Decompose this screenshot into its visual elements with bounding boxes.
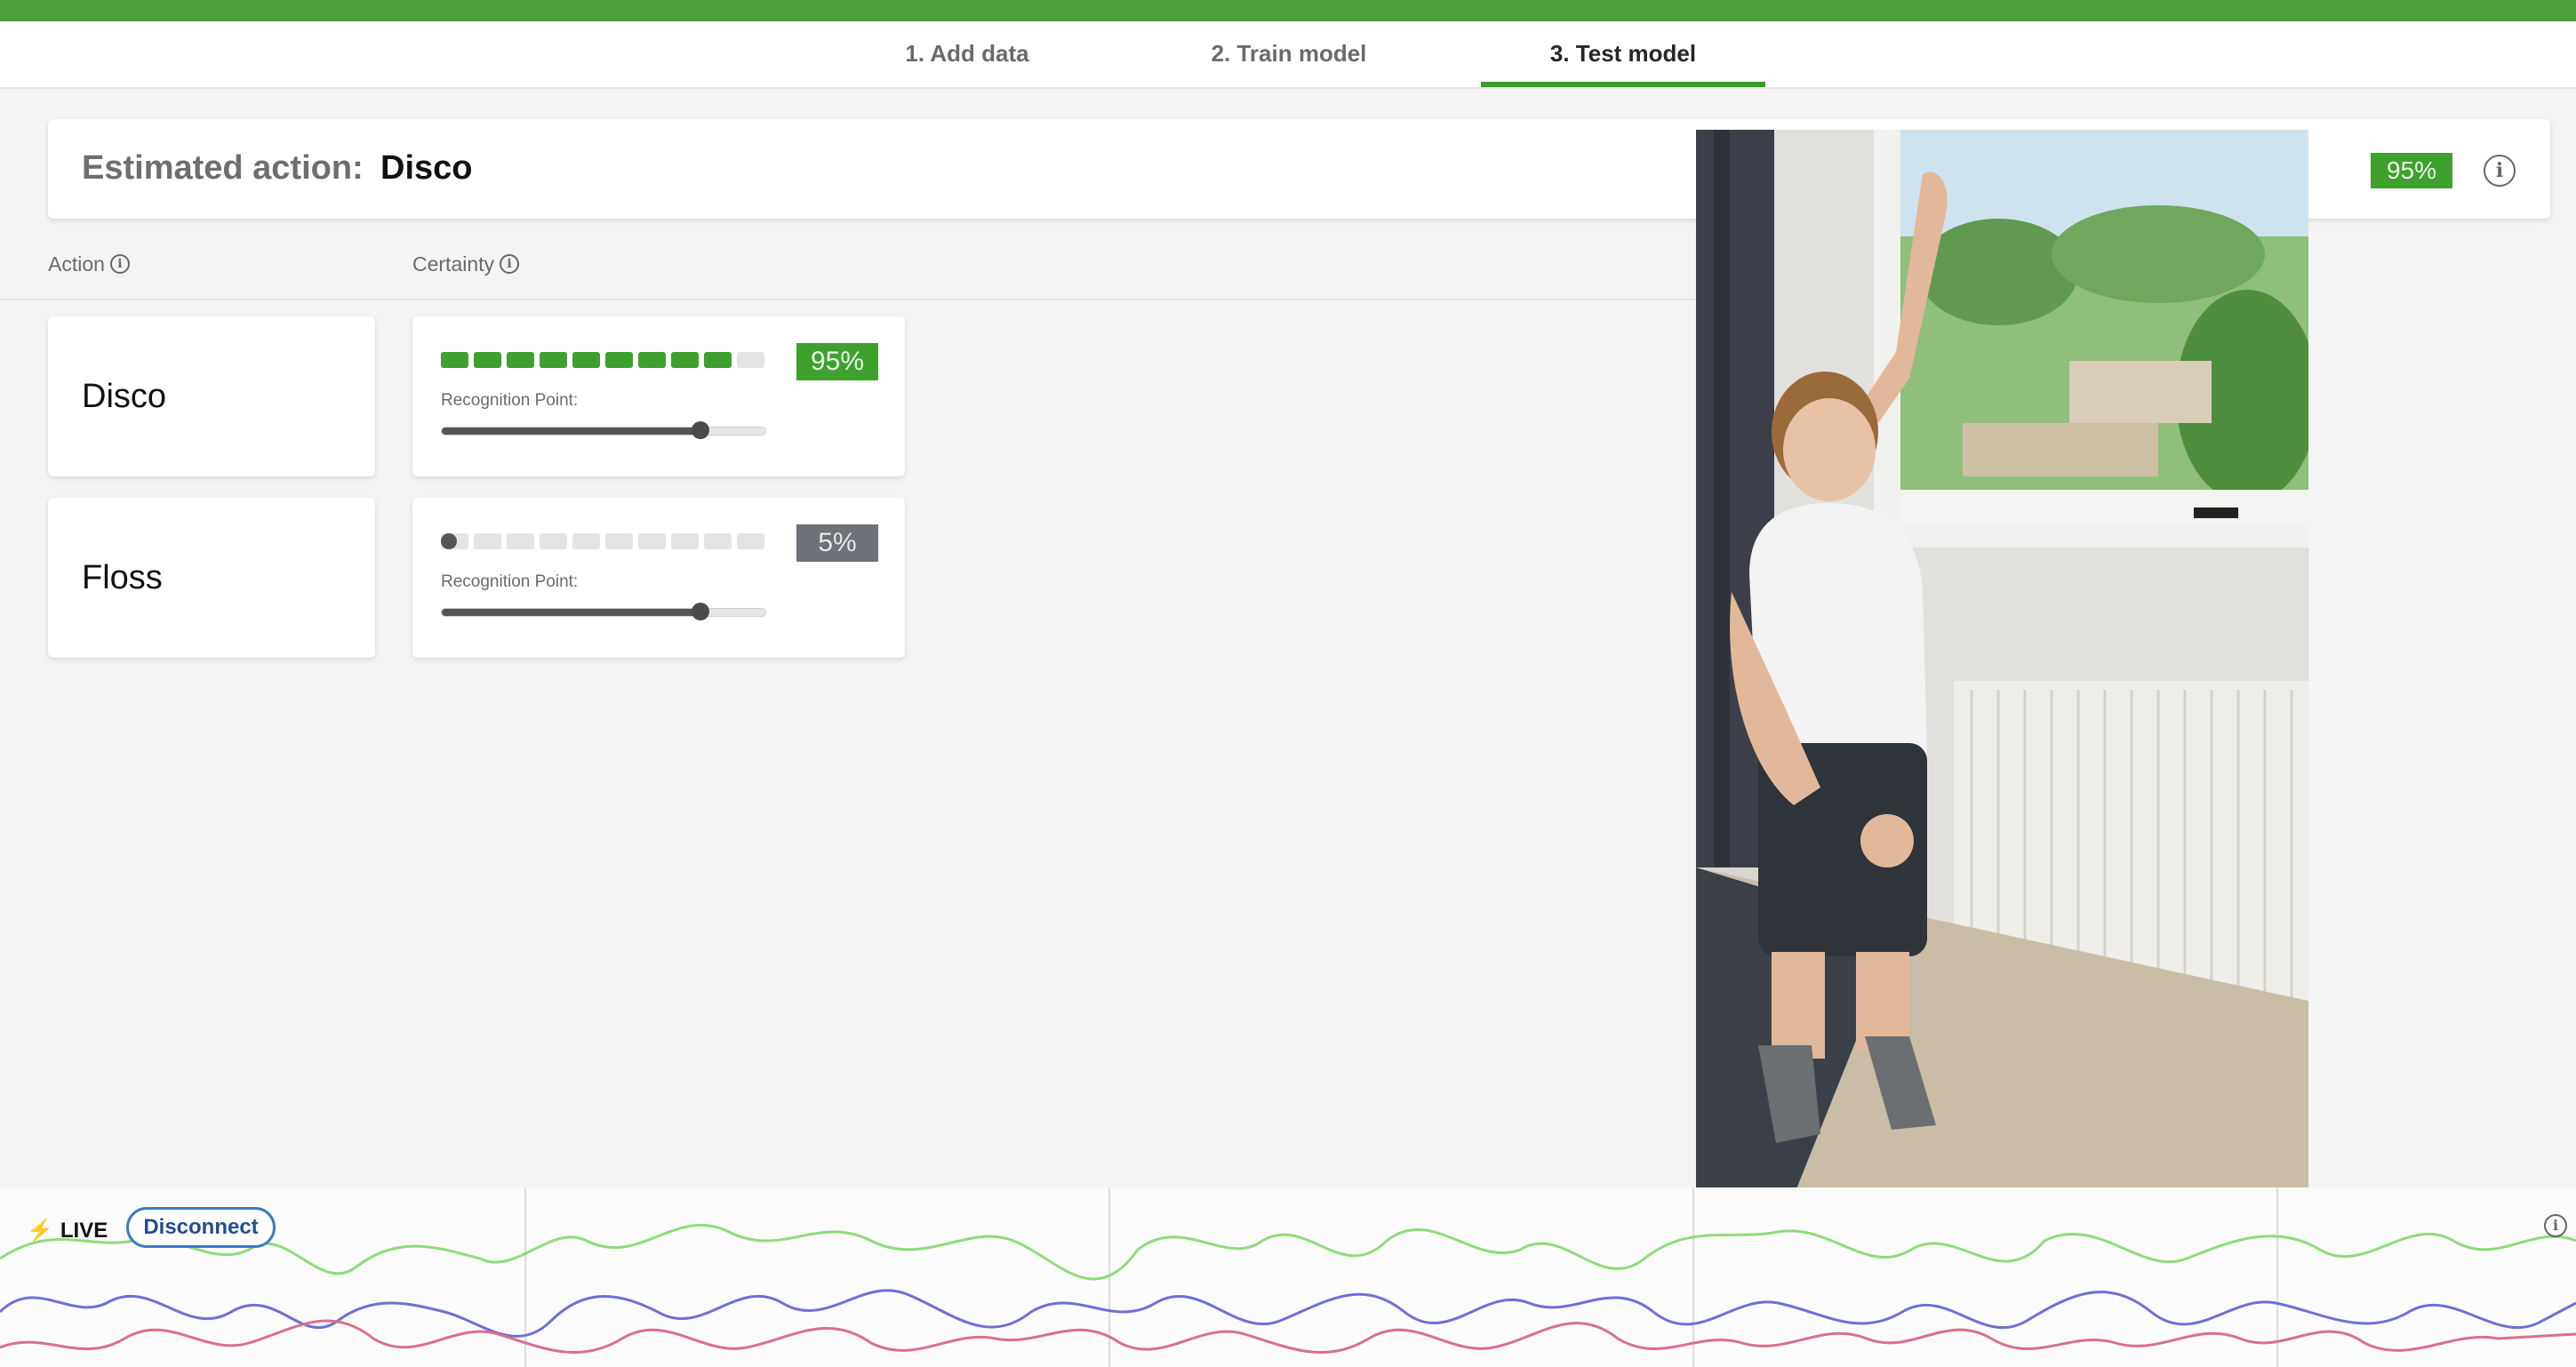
slider-fill <box>442 428 701 435</box>
certainty-segment <box>638 352 666 368</box>
header-divider <box>0 299 1698 300</box>
certainty-badge: 95% <box>796 343 878 380</box>
certainty-segment <box>704 352 732 368</box>
disconnect-button[interactable]: Disconnect <box>126 1207 276 1248</box>
video-frame <box>1696 130 2308 1218</box>
certainty-card-disco: 95% Recognition Point: <box>412 316 905 476</box>
action-column-label: Action <box>48 252 105 276</box>
live-signal-panel: ⚡ LIVE Disconnect i <box>0 1187 2576 1367</box>
recognition-point-label: Recognition Point: <box>441 572 579 591</box>
certainty-segment <box>507 352 534 368</box>
certainty-bar <box>441 352 766 368</box>
tab-train-model[interactable]: 2. Train model <box>1172 21 1406 87</box>
info-icon[interactable]: i <box>109 253 130 274</box>
recognition-point-label: Recognition Point: <box>441 391 579 410</box>
slider-fill <box>442 609 701 616</box>
info-icon[interactable]: i <box>2544 1214 2567 1237</box>
live-label: LIVE <box>60 1219 108 1243</box>
action-card-disco[interactable]: Disco <box>48 316 375 476</box>
recognition-point-slider[interactable] <box>441 603 766 620</box>
info-icon[interactable]: i <box>500 253 520 274</box>
certainty-column-header: Certainty i <box>412 252 520 276</box>
tab-test-model[interactable]: 3. Test model <box>1481 21 1765 87</box>
certainty-dot <box>441 533 457 549</box>
certainty-segment <box>671 533 699 549</box>
certainty-segment <box>737 533 764 549</box>
action-card-floss[interactable]: Floss <box>48 498 375 658</box>
estimated-certainty-badge: 95% <box>2371 153 2452 188</box>
certainty-badge: 5% <box>796 524 878 562</box>
certainty-bar <box>441 533 766 549</box>
live-signal-chart <box>0 1187 2576 1367</box>
certainty-segment <box>605 352 633 368</box>
camera-video-feed <box>1696 130 2308 1218</box>
top-accent-bar <box>0 0 2576 21</box>
lightning-bolt-icon: ⚡ <box>27 1219 53 1243</box>
certainty-segment <box>474 533 501 549</box>
certainty-segment <box>572 352 600 368</box>
certainty-segment <box>507 533 534 549</box>
certainty-segment <box>441 352 468 368</box>
certainty-segment <box>540 533 567 549</box>
certainty-segment <box>474 352 501 368</box>
active-tab-indicator <box>1481 82 1765 87</box>
tab-add-data[interactable]: 1. Add data <box>860 21 1074 87</box>
certainty-segment <box>671 352 699 368</box>
info-icon[interactable]: i <box>2484 155 2516 187</box>
certainty-segment <box>572 533 600 549</box>
step-tabs: 1. Add data 2. Train model 3. Test model <box>0 21 2576 89</box>
slider-thumb[interactable] <box>692 603 710 620</box>
certainty-segment <box>737 352 764 368</box>
slider-thumb[interactable] <box>692 421 710 439</box>
action-name: Floss <box>82 559 163 596</box>
certainty-card-floss: 5% Recognition Point: <box>412 498 905 658</box>
action-column-header: Action i <box>48 252 130 276</box>
certainty-column-label: Certainty <box>412 252 495 276</box>
live-indicator: ⚡ LIVE <box>27 1218 108 1243</box>
estimated-action-value: Disco <box>380 149 473 187</box>
estimated-action-label: Estimated action: <box>82 149 364 187</box>
certainty-segment <box>704 533 732 549</box>
action-name: Disco <box>82 378 167 415</box>
recognition-point-slider[interactable] <box>441 421 766 439</box>
certainty-segment <box>605 533 633 549</box>
certainty-segment <box>540 352 567 368</box>
certainty-segment <box>638 533 666 549</box>
